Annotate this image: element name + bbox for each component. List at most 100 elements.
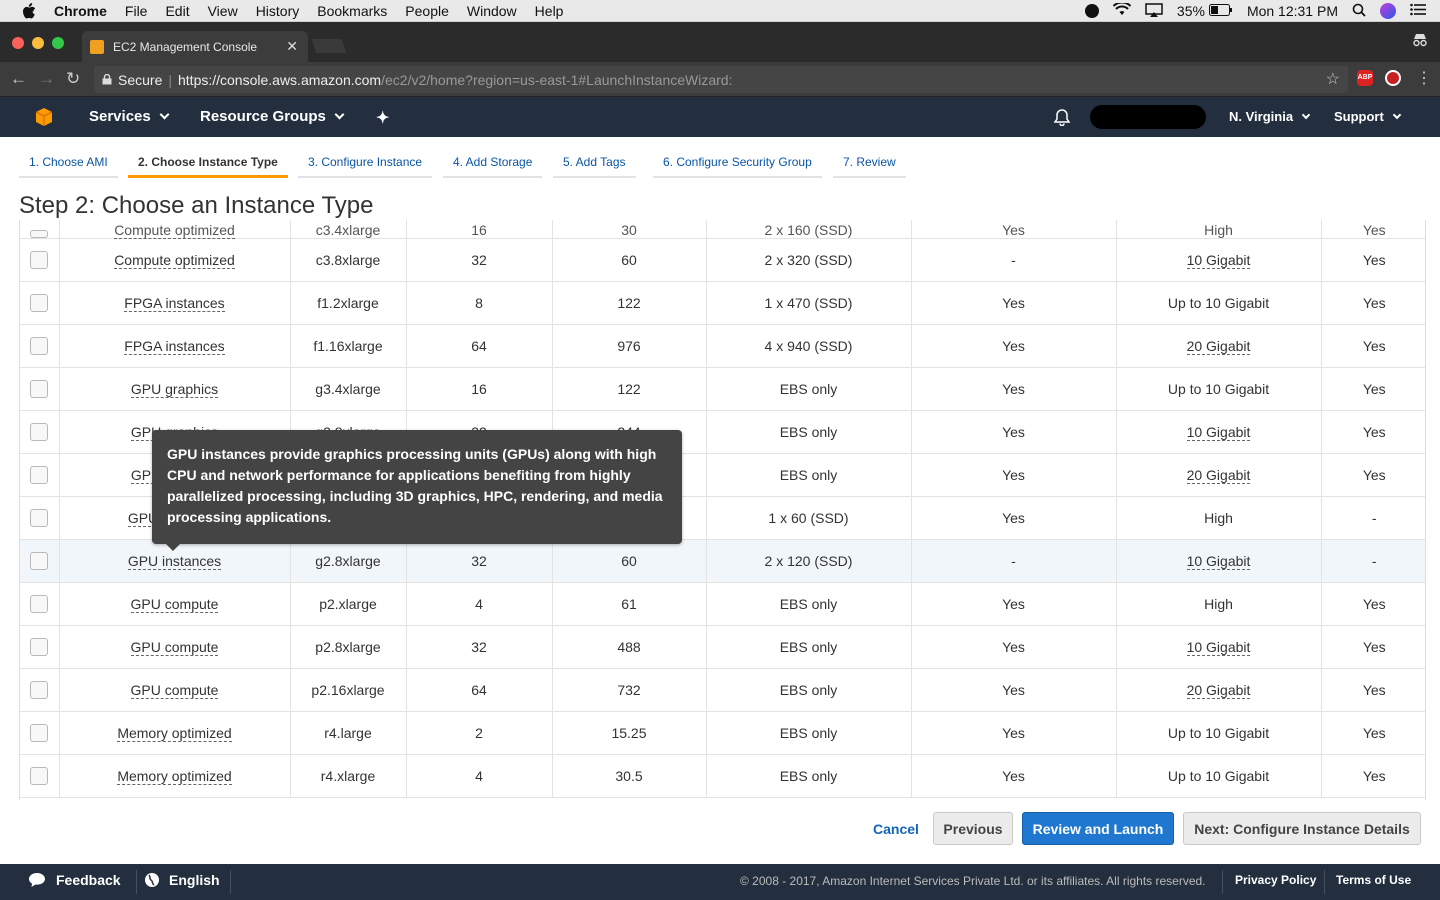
network-cell-link[interactable]: 20 Gigabit <box>1186 681 1251 699</box>
row-checkbox[interactable] <box>30 723 49 742</box>
menu-file[interactable]: File <box>125 3 148 19</box>
menu-view[interactable]: View <box>208 3 238 19</box>
family-cell[interactable]: FPGA instances <box>124 294 225 312</box>
menu-people[interactable]: People <box>405 3 449 19</box>
resource-groups-menu[interactable]: Resource Groups <box>200 108 345 125</box>
table-row[interactable]: Compute optimized c3.8xlarge 32 60 2 x 320 (… <box>20 238 1425 282</box>
network-cell-link[interactable]: 10 Gigabit <box>1186 638 1251 656</box>
menu-bookmarks[interactable]: Bookmarks <box>317 3 387 19</box>
region-menu[interactable]: N. Virginia <box>1229 109 1311 124</box>
minimize-window-button[interactable] <box>32 37 44 49</box>
review-and-launch-button[interactable]: Review and Launch <box>1022 812 1174 845</box>
apple-icon[interactable] <box>22 2 36 19</box>
aws-cube-logo-icon[interactable] <box>34 107 54 127</box>
table-row[interactable]: GPU compute p2.16xlarge 64 732 EBS only Yes 20… <box>20 668 1425 712</box>
spotlight-icon[interactable] <box>1352 3 1366 20</box>
address-bar[interactable]: Secure | https://console.aws.amazon.com /… <box>94 66 1348 93</box>
services-menu[interactable]: Services <box>89 108 170 125</box>
row-checkbox[interactable] <box>30 293 49 312</box>
tab-review[interactable]: 7. Review <box>833 148 906 178</box>
family-cell[interactable]: GPU instances <box>127 552 222 570</box>
family-cell[interactable]: GPU compute <box>130 638 219 656</box>
tab-add-storage[interactable]: 4. Add Storage <box>443 148 543 178</box>
tab-choose-ami[interactable]: 1. Choose AMI <box>19 148 118 178</box>
row-checkbox[interactable] <box>30 229 49 238</box>
adblock-extension-icon[interactable]: ABP <box>1357 70 1373 86</box>
menu-edit[interactable]: Edit <box>165 3 189 19</box>
region-label: N. Virginia <box>1229 109 1294 124</box>
table-row[interactable]: GPU instances g2.8xlarge 32 60 2 x 120 (SSD)… <box>20 539 1425 583</box>
table-row[interactable]: Memory optimized r4.large 2 15.25 EBS only Ye… <box>20 711 1425 755</box>
storage-cell: EBS only <box>706 582 912 626</box>
row-checkbox[interactable] <box>30 465 49 484</box>
next-configure-instance-details-button[interactable]: Next: Configure Instance Details <box>1183 812 1421 845</box>
pin-icon[interactable]: ✦ <box>376 108 389 128</box>
account-menu-redacted[interactable] <box>1090 105 1206 129</box>
tab-configure-instance[interactable]: 3. Configure Instance <box>298 148 433 178</box>
notification-bell-icon[interactable] <box>1053 108 1071 126</box>
zoom-window-button[interactable] <box>52 37 64 49</box>
tab-choose-instance-type[interactable]: 2. Choose Instance Type <box>128 148 288 178</box>
network-cell-link[interactable]: 10 Gigabit <box>1186 251 1251 269</box>
table-row[interactable]: FPGA instances f1.2xlarge 8 122 1 x 470 (SSD… <box>20 281 1425 325</box>
family-cell[interactable]: Memory optimized <box>117 724 232 742</box>
close-window-button[interactable] <box>12 37 24 49</box>
row-checkbox[interactable] <box>30 336 49 355</box>
network-cell-link[interactable]: 20 Gigabit <box>1186 466 1251 484</box>
menu-help[interactable]: Help <box>535 3 564 19</box>
network-cell-link[interactable]: 10 Gigabit <box>1186 423 1251 441</box>
siri-icon[interactable] <box>1380 3 1396 19</box>
family-cell[interactable]: Compute optimized <box>114 251 235 269</box>
family-cell[interactable]: GPU compute <box>130 681 219 699</box>
airplay-icon[interactable] <box>1145 2 1163 20</box>
family-cell[interactable]: Memory optimized <box>117 767 232 785</box>
tab-configure-security-group[interactable]: 6. Configure Security Group <box>653 148 822 178</box>
row-checkbox[interactable] <box>30 379 49 398</box>
row-checkbox[interactable] <box>30 551 49 570</box>
record-icon[interactable] <box>1084 4 1099 18</box>
row-checkbox[interactable] <box>30 637 49 656</box>
previous-button[interactable]: Previous <box>933 812 1013 845</box>
new-tab-button[interactable] <box>311 39 347 53</box>
table-row[interactable]: FPGA instances f1.16xlarge 64 976 4 x 940 (S… <box>20 324 1425 368</box>
menu-history[interactable]: History <box>256 3 300 19</box>
table-row[interactable]: GPU compute p2.xlarge 4 61 EBS only Yes High Ye… <box>20 582 1425 626</box>
notification-center-icon[interactable] <box>1410 3 1426 19</box>
support-menu[interactable]: Support <box>1334 109 1402 124</box>
family-cell[interactable]: GPU compute <box>130 595 219 613</box>
chrome-menu-icon[interactable]: ⋮ <box>1416 68 1432 88</box>
table-row[interactable]: Compute optimized c3.4xlarge 16 30 2 x 1… <box>20 220 1425 239</box>
wifi-icon[interactable] <box>1112 1 1132 19</box>
family-cell[interactable]: GPU graphics <box>130 380 219 398</box>
network-cell-link[interactable]: 20 Gigabit <box>1186 337 1251 355</box>
network-cell-link[interactable]: 10 Gigabit <box>1186 552 1251 570</box>
reload-icon[interactable]: ↻ <box>66 69 80 89</box>
family-cell[interactable]: FPGA instances <box>124 337 225 355</box>
language-selector[interactable]: English <box>144 872 220 888</box>
table-row[interactable]: GPU graphics g3.4xlarge 16 122 EBS only Yes Up… <box>20 367 1425 411</box>
row-checkbox[interactable] <box>30 594 49 613</box>
row-checkbox[interactable] <box>30 422 49 441</box>
back-icon[interactable]: ← <box>10 69 27 89</box>
forward-icon[interactable]: → <box>38 69 55 89</box>
terms-of-use-link[interactable]: Terms of Use <box>1336 873 1411 887</box>
menu-app-name[interactable]: Chrome <box>54 3 107 19</box>
row-checkbox[interactable] <box>30 508 49 527</box>
row-checkbox[interactable] <box>30 766 49 785</box>
table-row[interactable]: Memory optimized r4.xlarge 4 30.5 EBS only Ye… <box>20 754 1425 798</box>
family-cell[interactable]: Compute optimized <box>114 221 235 239</box>
close-tab-icon[interactable]: ✕ <box>286 38 298 55</box>
row-checkbox[interactable] <box>30 250 49 269</box>
clock[interactable]: Mon 12:31 PM <box>1247 3 1338 19</box>
table-row[interactable]: GPU compute p2.8xlarge 32 488 EBS only Yes 10 … <box>20 625 1425 669</box>
battery-icon[interactable] <box>1208 3 1233 19</box>
tab-add-tags[interactable]: 5. Add Tags <box>553 148 636 178</box>
feedback-link[interactable]: Feedback <box>28 872 121 888</box>
cancel-button[interactable]: Cancel <box>866 812 926 845</box>
browser-tab[interactable]: EC2 Management Console ✕ <box>82 31 308 62</box>
row-checkbox[interactable] <box>30 680 49 699</box>
privacy-policy-link[interactable]: Privacy Policy <box>1235 873 1316 887</box>
bookmark-star-icon[interactable]: ☆ <box>1326 69 1340 89</box>
extension-icon[interactable] <box>1385 70 1401 86</box>
menu-window[interactable]: Window <box>467 3 517 19</box>
